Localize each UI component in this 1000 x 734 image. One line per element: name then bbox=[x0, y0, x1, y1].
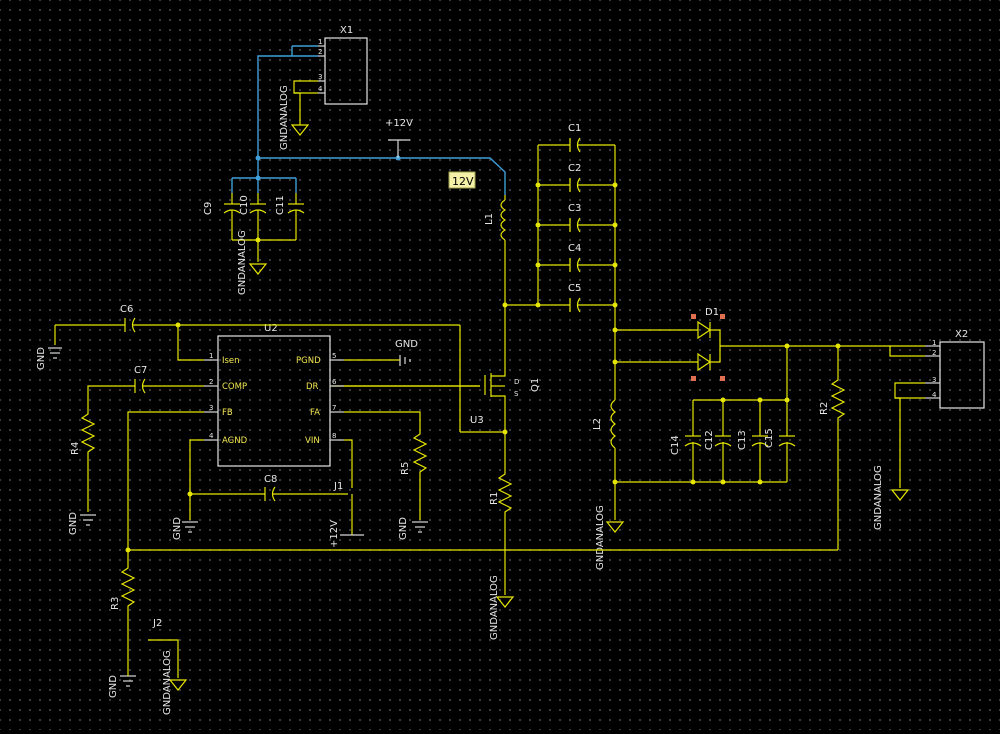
q1-ref: Q1 bbox=[530, 378, 541, 392]
input-capacitors[interactable]: C9 C10 C11 bbox=[203, 193, 305, 275]
u2-pin-comp: COMP bbox=[222, 382, 247, 392]
power-plus12v: +12V bbox=[385, 118, 413, 158]
c9-ground-label: GNDANALOG bbox=[237, 230, 248, 295]
u2-pin3-num: 3 bbox=[209, 404, 213, 412]
x1-pin2: 2 bbox=[318, 48, 322, 56]
c4-ref: C4 bbox=[568, 243, 581, 254]
diode-d1[interactable]: D1 bbox=[615, 307, 760, 381]
gnd-label-agnd: GND bbox=[172, 517, 183, 540]
u2-pin5-num: 5 bbox=[332, 352, 336, 360]
c9-ref: C9 bbox=[203, 202, 214, 215]
connector-x2[interactable]: X2 1 2 3 4 bbox=[890, 329, 985, 501]
d1-ref: D1 bbox=[705, 307, 719, 318]
net-tag-12v[interactable]: 12V bbox=[448, 171, 476, 189]
l1-ref: L1 bbox=[484, 213, 495, 225]
gnd-label-c6: GND bbox=[36, 347, 47, 370]
gnd-symbols: GND GND GND GND GND GND bbox=[36, 339, 428, 698]
c11-ref: C11 bbox=[275, 195, 286, 215]
l2-ref: L2 bbox=[592, 418, 603, 430]
connector-x1[interactable]: X1 1 2 3 4 bbox=[290, 25, 368, 136]
r4-ref: R4 bbox=[70, 442, 81, 455]
c10-ref: C10 bbox=[239, 195, 250, 215]
controller-u2[interactable]: U2 1 2 3 4 Isen COMP FB AGND 5 6 7 8 PGN… bbox=[204, 323, 344, 467]
u2-pin-vin: VIN bbox=[305, 436, 320, 446]
r2-ref: R2 bbox=[819, 402, 830, 415]
schematic-diagram: X1 1 2 3 4 GNDANALOG +12V 12V C9 C10 C11… bbox=[36, 25, 985, 715]
j1-power-label: +12V bbox=[329, 520, 340, 548]
gnd-label-r5: GND bbox=[398, 517, 409, 540]
c1-ref: C1 bbox=[568, 123, 581, 134]
j2-ref: J2 bbox=[152, 618, 162, 629]
u2-pin-isen: Isen bbox=[222, 356, 240, 366]
u2-pin4-num: 4 bbox=[209, 432, 214, 440]
u2-pin2-num: 2 bbox=[209, 378, 213, 386]
c13-ref: C13 bbox=[737, 430, 748, 450]
c5-ref: C5 bbox=[568, 283, 581, 294]
q1-pin-s: S bbox=[514, 390, 519, 398]
u2-pin7-num: 7 bbox=[332, 404, 336, 412]
capacitor-bank-c1-c5[interactable]: C1 C2 C3 C4 C5 bbox=[502, 123, 618, 330]
x1-ref: X1 bbox=[340, 25, 353, 36]
c7-ref: C7 bbox=[134, 365, 147, 376]
resistor-r2[interactable]: R2 bbox=[819, 346, 846, 550]
r1-ground-label: GNDANALOG bbox=[489, 575, 500, 640]
u2-pin-pgnd: PGND bbox=[296, 356, 321, 366]
x2-pin3: 3 bbox=[932, 376, 936, 384]
u2-pin-fb: FB bbox=[222, 408, 233, 418]
c12-ref: C12 bbox=[704, 430, 715, 450]
x2-pin4: 4 bbox=[932, 391, 937, 399]
x1-pin4: 4 bbox=[318, 85, 323, 93]
u2-pin-agnd: AGND bbox=[222, 436, 248, 446]
x2-pin1: 1 bbox=[932, 339, 936, 347]
c6-ref: C6 bbox=[120, 304, 133, 315]
j2-ground-label: GNDANALOG bbox=[162, 650, 173, 715]
c3-ref: C3 bbox=[568, 203, 581, 214]
x2-ground-label: GNDANALOG bbox=[873, 465, 884, 530]
c15-ref: C15 bbox=[764, 428, 775, 448]
r5-ref: R5 bbox=[400, 462, 411, 475]
inductor-l2[interactable]: L2 bbox=[592, 327, 625, 533]
u2-pin1-num: 1 bbox=[209, 352, 213, 360]
power-label: +12V bbox=[385, 118, 413, 129]
c8-ref: C8 bbox=[264, 474, 277, 485]
x1-ground-label: GNDANALOG bbox=[279, 85, 290, 150]
j1-ref: J1 bbox=[333, 481, 343, 492]
u2-pin8-num: 8 bbox=[332, 432, 336, 440]
x2-pin2: 2 bbox=[932, 349, 936, 357]
output-rail bbox=[760, 343, 925, 400]
x1-pin1: 1 bbox=[318, 38, 322, 46]
schematic-canvas: X1 1 2 3 4 GNDANALOG +12V 12V C9 C10 C11… bbox=[0, 0, 1000, 730]
x1-pin3: 3 bbox=[318, 73, 322, 81]
inductor-l1[interactable]: L1 bbox=[484, 195, 507, 250]
c2-ref: C2 bbox=[568, 163, 581, 174]
x2-ref: X2 bbox=[955, 329, 968, 340]
mosfet-q1[interactable]: Q1 D S bbox=[332, 362, 541, 400]
u2-pin-dr: DR bbox=[306, 382, 319, 392]
r3-ref: R3 bbox=[110, 597, 121, 610]
output-capacitors[interactable]: C14 C12 C13 C15 bbox=[615, 397, 796, 485]
u3-ref: U3 bbox=[470, 415, 484, 426]
gnd-label-r3: GND bbox=[108, 675, 119, 698]
u2-pin6-num: 6 bbox=[332, 378, 337, 386]
u2-pin-fa: FA bbox=[310, 408, 320, 418]
c14-ref: C14 bbox=[670, 435, 681, 455]
switch-node-wires bbox=[460, 250, 508, 460]
l2-ground-label: GNDANALOG bbox=[595, 505, 606, 570]
r1-ref: R1 bbox=[489, 492, 500, 505]
net-tag-text: 12V bbox=[452, 175, 474, 188]
gnd-label-r4: GND bbox=[68, 512, 79, 535]
gnd-label-pgnd: GND bbox=[395, 339, 418, 350]
q1-pin-d: D bbox=[514, 378, 519, 386]
